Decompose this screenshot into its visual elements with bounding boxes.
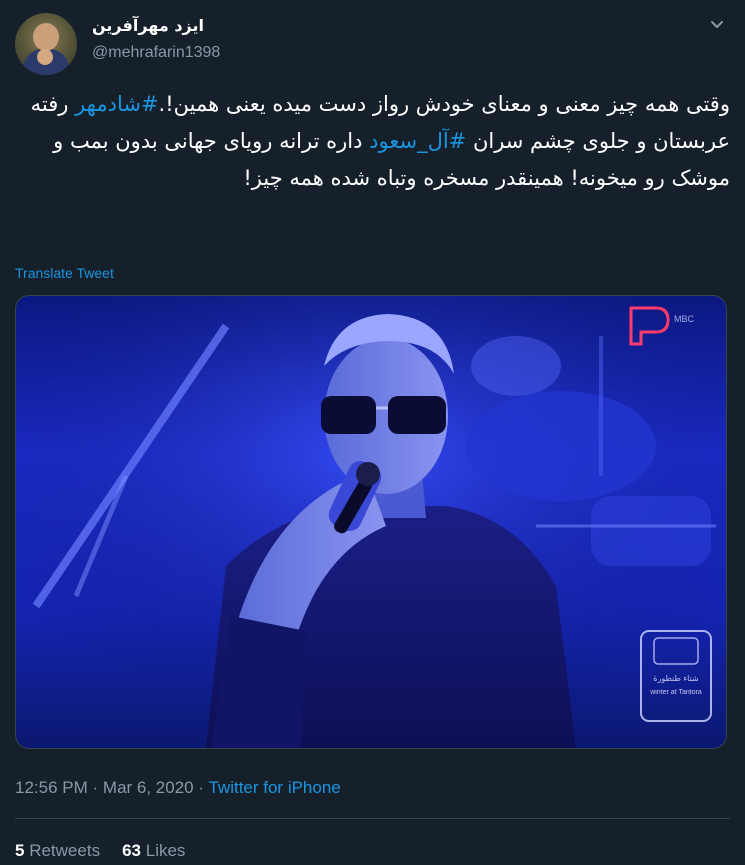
tweet-time[interactable]: 12:56 PM xyxy=(15,778,88,797)
meta-separator: · xyxy=(92,778,99,797)
avatar-head xyxy=(33,23,59,51)
watermark-text: MBC xyxy=(674,314,695,324)
tweet-date[interactable]: Mar 6, 2020 xyxy=(103,778,194,797)
tweet-stats: 5 Retweets 63 Likes xyxy=(15,841,185,861)
divider xyxy=(15,818,730,819)
author-name[interactable]: ایزد مهرآفرین xyxy=(92,16,204,35)
tweet-meta: 12:56 PM · Mar 6, 2020 · Twitter for iPh… xyxy=(15,778,341,798)
sunglasses-left xyxy=(321,396,376,434)
chevron-down-icon[interactable] xyxy=(707,14,727,34)
retweets-stat[interactable]: 5 Retweets xyxy=(15,841,100,860)
hashtag-link[interactable]: #آل_سعود xyxy=(369,129,466,153)
tweet-text: وقتی همه چیز معنی و معنای خودش رواز دست … xyxy=(15,86,730,197)
tweet-media-photo[interactable]: MBC شتاء طنطورة winter at Tantora xyxy=(15,295,727,749)
drum-kit xyxy=(466,391,656,501)
author-handle[interactable]: @mehrafarin1398 xyxy=(92,44,220,62)
tweet-text-part: وقتی همه چیز معنی و معنای خودش رواز دست … xyxy=(158,92,730,116)
avatar-child xyxy=(37,49,53,65)
likes-stat[interactable]: 63 Likes xyxy=(122,841,185,860)
hashtag-link[interactable]: #شادمهر xyxy=(75,92,158,116)
meta-separator: · xyxy=(198,778,205,797)
retweets-count: 5 xyxy=(15,841,25,860)
sunglasses-right xyxy=(388,396,446,434)
badge-text-ar: شتاء طنطورة xyxy=(653,674,699,683)
badge-text-en: winter at Tantora xyxy=(649,689,702,696)
translate-tweet-link[interactable]: Translate Tweet xyxy=(15,265,114,281)
likes-count: 63 xyxy=(122,841,141,860)
tweet-source-link[interactable]: Twitter for iPhone xyxy=(208,778,340,797)
author-avatar[interactable] xyxy=(15,13,77,75)
retweets-label: Retweets xyxy=(29,841,101,860)
concert-photo: MBC شتاء طنطورة winter at Tantora xyxy=(16,296,726,748)
likes-label: Likes xyxy=(145,841,186,860)
